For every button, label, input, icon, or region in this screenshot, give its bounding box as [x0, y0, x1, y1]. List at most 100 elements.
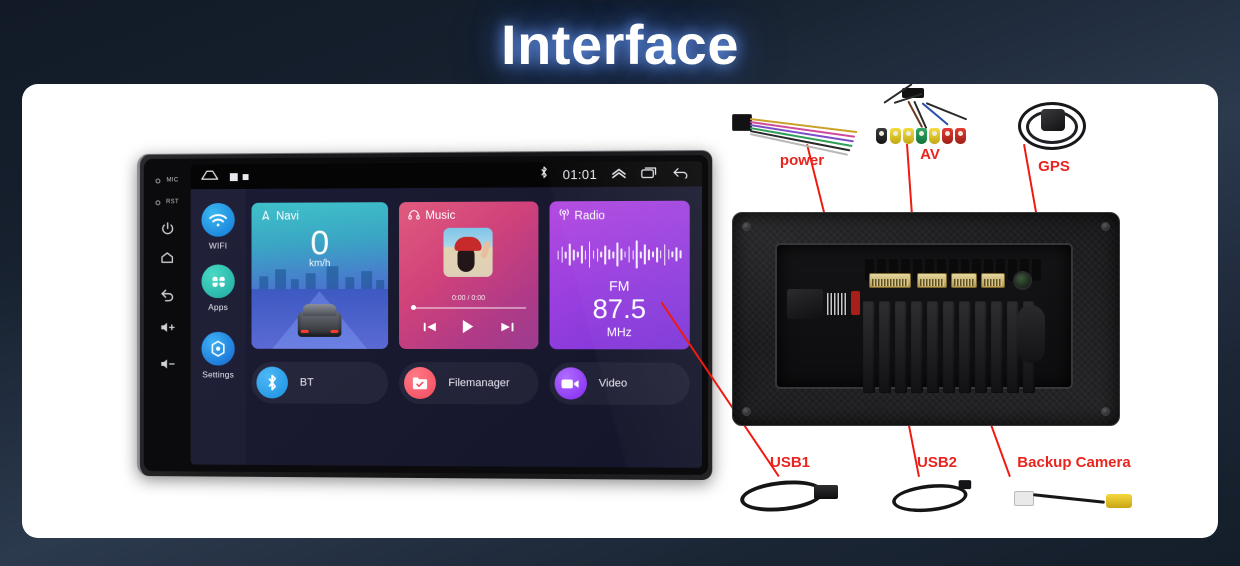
accessory-usb1: USB1	[720, 454, 860, 519]
apps-icon	[201, 264, 234, 298]
module-block	[787, 289, 823, 319]
usb-cable-icon	[738, 475, 842, 519]
av-rca-cable-icon	[860, 86, 978, 148]
navi-widget[interactable]: Navi 0 km/h	[251, 202, 388, 349]
accessory-usb2: USB2	[872, 454, 1002, 521]
accessory-backup-camera: Backup Camera	[994, 454, 1154, 517]
rear-connector-cavity	[775, 243, 1073, 389]
volume-up-icon[interactable]	[153, 312, 182, 342]
mic-label: MIC	[167, 177, 179, 183]
status-bar: 01:01	[191, 161, 702, 189]
bluetooth-icon	[539, 165, 548, 184]
headphones-icon	[408, 209, 420, 223]
music-widget-title: Music	[425, 210, 455, 222]
iso-connector-power	[869, 273, 911, 288]
power-harness-icon	[732, 98, 860, 152]
shortcut-bt[interactable]: BT	[251, 362, 388, 404]
navi-widget-header: Navi	[260, 210, 298, 224]
accessory-gps: GPS	[994, 96, 1114, 175]
music-progress-knob[interactable]	[411, 305, 416, 310]
navi-widget-title: Navi	[276, 211, 299, 223]
hardware-key-rail: MIC RST	[148, 161, 187, 469]
accessory-label-backup-camera: Backup Camera	[994, 454, 1154, 471]
navi-speed-value: 0	[251, 228, 388, 258]
radio-readout: FM 87.5 MHz	[549, 278, 690, 340]
status-clock: 01:01	[563, 167, 597, 182]
reset-label: RST	[166, 199, 179, 205]
touchscreen[interactable]: 01:01 WIFI Apps Settings Navi 0 km/h Mus…	[191, 161, 702, 468]
home-icon[interactable]	[200, 168, 219, 186]
recents-icon[interactable]	[641, 165, 658, 183]
dock-item-wifi[interactable]: WIFI	[201, 203, 234, 251]
shortcut-filemanager[interactable]: Filemanager	[399, 362, 538, 404]
radio-widget-header: Radio	[558, 208, 605, 223]
previous-track-icon[interactable]	[423, 320, 437, 338]
accessory-label-av: AV	[860, 146, 1000, 163]
music-transport-controls	[399, 319, 538, 339]
gps-antenna-icon	[1014, 96, 1094, 158]
device-rear-panel: power AV GPS USB1 USB2 Backup Camera	[712, 84, 1218, 538]
radio-band: FM	[549, 278, 690, 294]
volume-down-icon[interactable]	[153, 349, 182, 379]
navi-speed-readout: 0 km/h	[251, 228, 388, 269]
home-screen: WIFI Apps Settings Navi 0 km/h Music 0:0…	[191, 186, 702, 467]
device-front-panel: Reset Power Menu Back Vol+ Vol- MIC RST	[22, 84, 712, 538]
shortcut-label-filemanager: Filemanager	[448, 377, 509, 389]
settings-icon	[201, 332, 234, 366]
radio-widget-title: Radio	[574, 210, 604, 222]
dock-label-apps: Apps	[208, 302, 228, 312]
dock-item-apps[interactable]: Apps	[201, 264, 234, 312]
folder-check-icon	[404, 367, 436, 399]
heatsink-fins	[863, 301, 1035, 393]
red-jumper	[851, 291, 860, 315]
accessory-label-usb1: USB1	[720, 454, 860, 471]
radio-frequency: 87.5	[549, 294, 690, 325]
radio-signal-icon	[558, 208, 569, 223]
iso-connector-camera	[981, 273, 1005, 288]
music-widget-header: Music	[408, 209, 455, 223]
navi-car-graphic	[298, 311, 342, 337]
music-time: 0:00 / 0:00	[411, 295, 526, 302]
play-icon[interactable]	[462, 319, 476, 339]
mic-icon: MIC	[153, 170, 182, 192]
accessory-av: AV	[860, 86, 1000, 163]
next-track-icon[interactable]	[500, 320, 514, 338]
navigation-icon	[260, 210, 271, 224]
accessory-label-usb2: USB2	[872, 454, 1002, 471]
radio-widget[interactable]: Radio FM 87.5 MHz	[549, 201, 690, 350]
music-progress[interactable]: 0:00 / 0:00	[411, 295, 526, 309]
shortcut-label-video: Video	[599, 377, 627, 389]
video-camera-icon	[554, 367, 586, 399]
music-progress-track[interactable]	[411, 307, 526, 309]
content-card: Reset Power Menu Back Vol+ Vol- MIC RST	[22, 84, 1218, 538]
radio-frequency-unit: MHz	[549, 325, 690, 339]
accessory-power: power	[732, 98, 872, 169]
antenna-port	[1013, 271, 1032, 290]
widget-row: Navi 0 km/h Music 0:00 / 0:00 Radio FM 8…	[251, 201, 689, 350]
usb-cable-icon	[890, 479, 984, 519]
dock-item-settings[interactable]: Settings	[201, 332, 234, 380]
shortcut-label-bt: BT	[300, 377, 314, 389]
wifi-icon	[201, 203, 234, 237]
home-icon[interactable]	[153, 243, 182, 273]
radio-waveform	[557, 237, 681, 272]
album-art	[444, 228, 493, 277]
head-unit-rear	[732, 212, 1120, 426]
iso-connector-usb2	[951, 273, 977, 288]
back-icon[interactable]	[672, 165, 689, 183]
power-icon[interactable]	[153, 213, 182, 243]
navi-speed-unit: km/h	[251, 258, 388, 269]
shortcut-row: BT Filemanager Video	[251, 362, 689, 405]
page-title: Interface	[0, 12, 1240, 77]
iso-connector-usb1	[917, 273, 947, 288]
back-icon[interactable]	[153, 278, 182, 308]
music-widget[interactable]: Music 0:00 / 0:00	[399, 201, 538, 349]
bluetooth-icon	[256, 367, 288, 399]
backup-camera-cable-icon	[1014, 481, 1134, 517]
chevron-up-icon[interactable]	[611, 165, 626, 183]
shortcut-video[interactable]: Video	[549, 362, 690, 405]
car-stereo-head-unit: MIC RST 01:01 WIFI Apps Settings Navi 0 …	[133, 152, 709, 478]
accessory-label-power: power	[732, 152, 872, 169]
reset-icon[interactable]: RST	[153, 191, 182, 213]
multiwindow-icon[interactable]	[230, 173, 249, 181]
